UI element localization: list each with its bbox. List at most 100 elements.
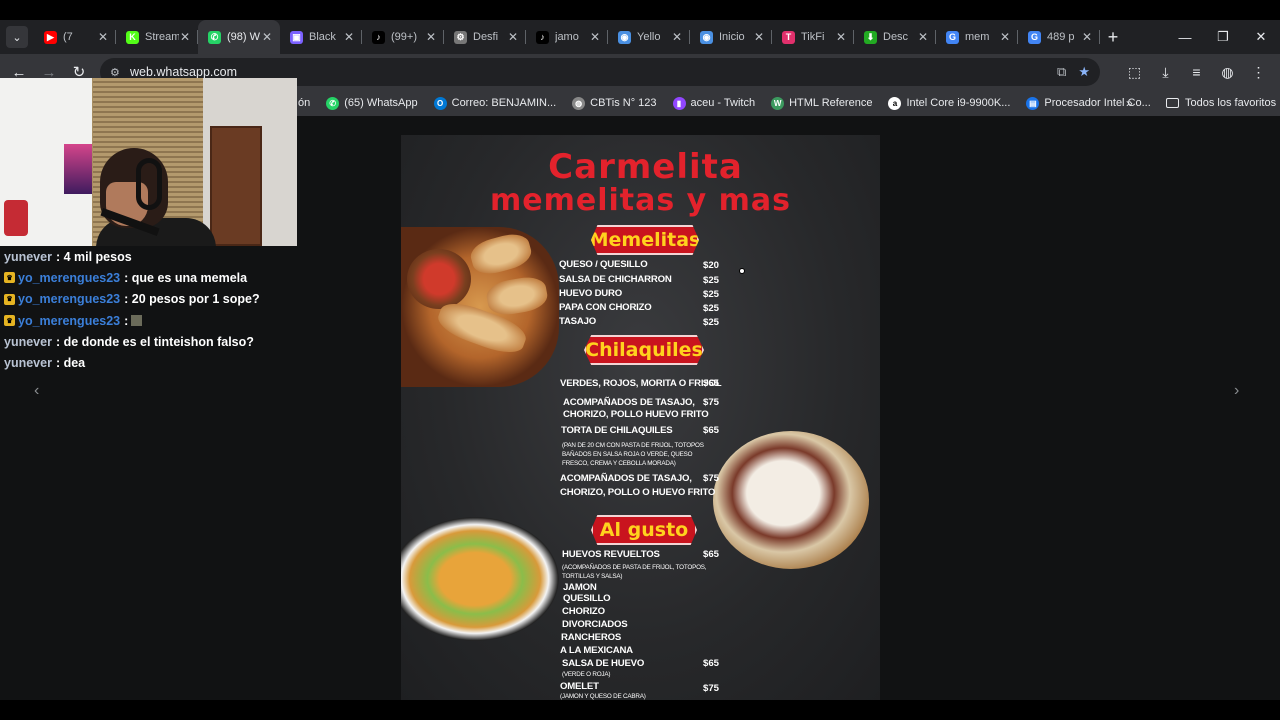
bookmark-favicon-icon: ◍ [572, 96, 586, 110]
browser-tab[interactable]: G 489 p ✕ [1018, 20, 1100, 54]
bookmark-favicon-icon: ✆ [326, 96, 340, 110]
bookmark-favicon-icon: O [433, 96, 447, 110]
tab-close-icon[interactable]: ✕ [180, 30, 190, 44]
tab-close-icon[interactable]: ✕ [1082, 30, 1092, 44]
bookmark-item[interactable]: ◍ CBTis N° 123 [572, 96, 657, 110]
bookmark-item[interactable]: ón [298, 97, 310, 110]
chat-text: : dea [55, 356, 86, 371]
tab-title: Stream [145, 31, 179, 43]
memelitas-price: $20 [703, 260, 720, 271]
screen-top-border [0, 0, 1280, 20]
tab-title: Desc [883, 31, 909, 43]
new-tab-button[interactable]: + [1100, 24, 1126, 50]
window-controls: — ❐ ✕ [1166, 20, 1280, 54]
browser-tab[interactable]: ◉ Yello ✕ [608, 20, 690, 54]
tab-close-icon[interactable]: ✕ [836, 30, 846, 44]
tab-search-button[interactable]: ⌄ [6, 26, 28, 48]
chilaquiles-desc: (PAN DE 20 CM CON PASTA DE FRIJOL, TOTOP… [562, 442, 704, 449]
tab-close-icon[interactable]: ✕ [672, 30, 682, 44]
browser-tab[interactable]: ♪ (99+) ✕ [362, 20, 444, 54]
al-gusto-desc: TORTILLAS Y SALSA) [562, 573, 623, 580]
bookmarks-overflow-chevron-icon[interactable]: » [1126, 96, 1133, 110]
all-bookmarks-button[interactable]: Todos los favoritos [1166, 97, 1276, 109]
profile-avatar[interactable]: ◍ [1212, 58, 1243, 86]
tab-favicon-icon: G [946, 30, 959, 44]
tab-close-icon[interactable]: ✕ [508, 30, 518, 44]
subscriber-badge-icon: ♛ [4, 315, 15, 327]
browser-tab[interactable]: T TikFi ✕ [772, 20, 854, 54]
minimize-button[interactable]: — [1166, 20, 1204, 54]
bookmark-star-icon[interactable]: ★ [1078, 64, 1090, 80]
subscriber-badge-icon: ♛ [4, 293, 15, 305]
tab-title: (7 [63, 31, 73, 43]
tab-favicon-icon: T [782, 30, 795, 44]
al-gusto-item: DIVORCIADOS [562, 619, 628, 630]
tab-close-icon[interactable]: ✕ [98, 30, 108, 44]
browser-tab[interactable]: K Stream ✕ [116, 20, 198, 54]
bookmark-item[interactable]: ✆ (65) WhatsApp [326, 96, 418, 110]
bookmark-favicon-icon: a [888, 96, 902, 110]
browser-tab[interactable]: ✆ (98) W ✕ [198, 20, 280, 54]
install-app-icon[interactable]: ⧉ [1057, 64, 1066, 80]
bookmark-item[interactable]: ▮ aceu - Twitch [672, 96, 755, 110]
downloads-icon[interactable]: ⤓ [1150, 58, 1181, 86]
browser-tab[interactable]: ⬇ Desc ✕ [854, 20, 936, 54]
bookmark-favicon-icon: ▤ [1026, 96, 1040, 110]
media-controls-icon[interactable]: ≡ [1181, 58, 1212, 86]
chat-message: ♛ yo_merengues23: 20 pesos por 1 sope? [0, 289, 300, 310]
close-window-button[interactable]: ✕ [1242, 20, 1280, 54]
memelitas-item: TASAJO [559, 316, 597, 327]
chat-text: : de donde es el tinteishon falso? [55, 334, 254, 349]
browser-tab[interactable]: ♪ jamo ✕ [526, 20, 608, 54]
browser-tab[interactable]: ▶ (7 ✕ [34, 20, 116, 54]
next-media-chevron-icon[interactable]: › [1234, 382, 1239, 400]
section-chilaquiles-ribbon: Chilaquiles [584, 335, 704, 365]
chat-message: yunever: 4 mil pesos [0, 246, 300, 267]
bookmark-item[interactable]: O Correo: BENJAMIN... [433, 96, 557, 110]
streamer-webcam-overlay [0, 78, 297, 246]
chilaquiles-item: CHORIZO, POLLO O HUEVO FRITO [560, 487, 716, 498]
bookmark-label: Correo: BENJAMIN... [451, 97, 557, 109]
previous-media-chevron-icon[interactable]: ‹ [34, 382, 39, 400]
tab-close-icon[interactable]: ✕ [754, 30, 764, 44]
tab-close-icon[interactable]: ✕ [344, 30, 354, 44]
chilaquiles-item: CHORIZO, POLLO HUEVO FRITO [563, 409, 709, 420]
section-memelitas-ribbon: Memelitas [591, 225, 699, 255]
tab-favicon-icon: ▶ [44, 30, 57, 44]
al-gusto-price: $65 [703, 658, 720, 669]
browser-tab[interactable]: ◉ Inicio ✕ [690, 20, 772, 54]
bookmark-label: Intel Core i9-9900K... [906, 97, 1011, 109]
chat-text: : que es una memela [124, 270, 248, 285]
memelitas-item: SALSA DE CHICHARRON [559, 274, 672, 285]
tab-close-icon[interactable]: ✕ [918, 30, 928, 44]
menu-title-line1: Carmelita [548, 147, 743, 187]
memelitas-item: QUESO / QUESILLO [559, 259, 648, 270]
browser-tab[interactable]: ▣ Black ✕ [280, 20, 362, 54]
extensions-icon[interactable]: ⬚ [1119, 58, 1150, 86]
tab-close-icon[interactable]: ✕ [426, 30, 436, 44]
chat-username: yunever [4, 356, 52, 371]
site-info-icon[interactable]: ⚙ [110, 66, 120, 79]
bookmark-label: ón [298, 97, 311, 109]
menu-kebab-icon[interactable]: ⋮ [1243, 58, 1274, 86]
bookmark-item[interactable]: a Intel Core i9-9900K... [888, 96, 1011, 110]
bookmark-item[interactable]: W HTML Reference [771, 96, 872, 110]
chat-username: yunever [4, 334, 52, 349]
tab-close-icon[interactable]: ✕ [262, 30, 272, 44]
subscriber-badge-icon: ♛ [4, 272, 15, 284]
browser-tab[interactable]: ⚙ Desfi ✕ [444, 20, 526, 54]
tab-title: Yello [637, 31, 661, 43]
bookmark-label: CBTis N° 123 [590, 97, 657, 109]
restore-button[interactable]: ❐ [1204, 20, 1242, 54]
chilaquiles-price: $75 [703, 397, 720, 408]
al-gusto-item: RANCHEROS [561, 632, 622, 643]
browser-tab[interactable]: Gmem ✕ [936, 20, 1018, 54]
tab-favicon-icon: ✆ [208, 30, 221, 44]
section-al-gusto-ribbon: Al gusto [591, 515, 697, 545]
tab-close-icon[interactable]: ✕ [1000, 30, 1010, 44]
tab-close-icon[interactable]: ✕ [590, 30, 600, 44]
tab-title: TikFi [801, 31, 825, 43]
chat-message: yunever: dea [0, 352, 300, 373]
al-gusto-item: SALSA DE HUEVO [562, 658, 645, 669]
tab-title: Black [309, 31, 336, 43]
